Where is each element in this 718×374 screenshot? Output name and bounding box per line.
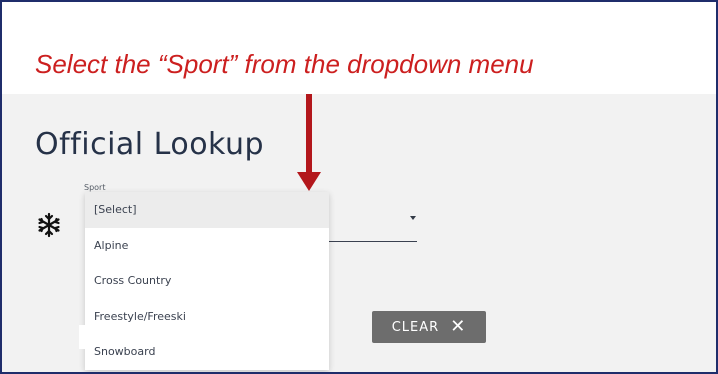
clear-button-label: CLEAR [391,319,440,335]
sport-dropdown-menu[interactable]: [Select] Alpine Cross Country Freestyle/… [85,192,329,370]
sport-field-label: Sport [84,183,106,192]
chevron-down-icon[interactable] [410,216,416,220]
dropdown-option-alpine[interactable]: Alpine [85,228,329,264]
close-icon: ✕ [450,316,467,337]
instruction-text: Select the “Sport” from the dropdown men… [35,49,534,79]
dropdown-option-freestyle-freeski[interactable]: Freestyle/Freeski [85,299,329,335]
dropdown-option-cross-country[interactable]: Cross Country [85,263,329,299]
sport-select-underline [328,241,417,242]
dropdown-option-select[interactable]: [Select] [85,192,329,228]
clear-button[interactable]: CLEAR ✕ [372,311,486,343]
hidden-button-edge [79,325,87,349]
down-arrow-icon [297,94,321,191]
screenshot-frame: Select the “Sport” from the dropdown men… [0,0,718,374]
page-title: Official Lookup [35,127,265,162]
instruction-banner: Select the “Sport” from the dropdown men… [2,2,716,94]
dropdown-option-snowboard[interactable]: Snowboard [85,334,329,370]
snowflake-icon [38,212,60,238]
